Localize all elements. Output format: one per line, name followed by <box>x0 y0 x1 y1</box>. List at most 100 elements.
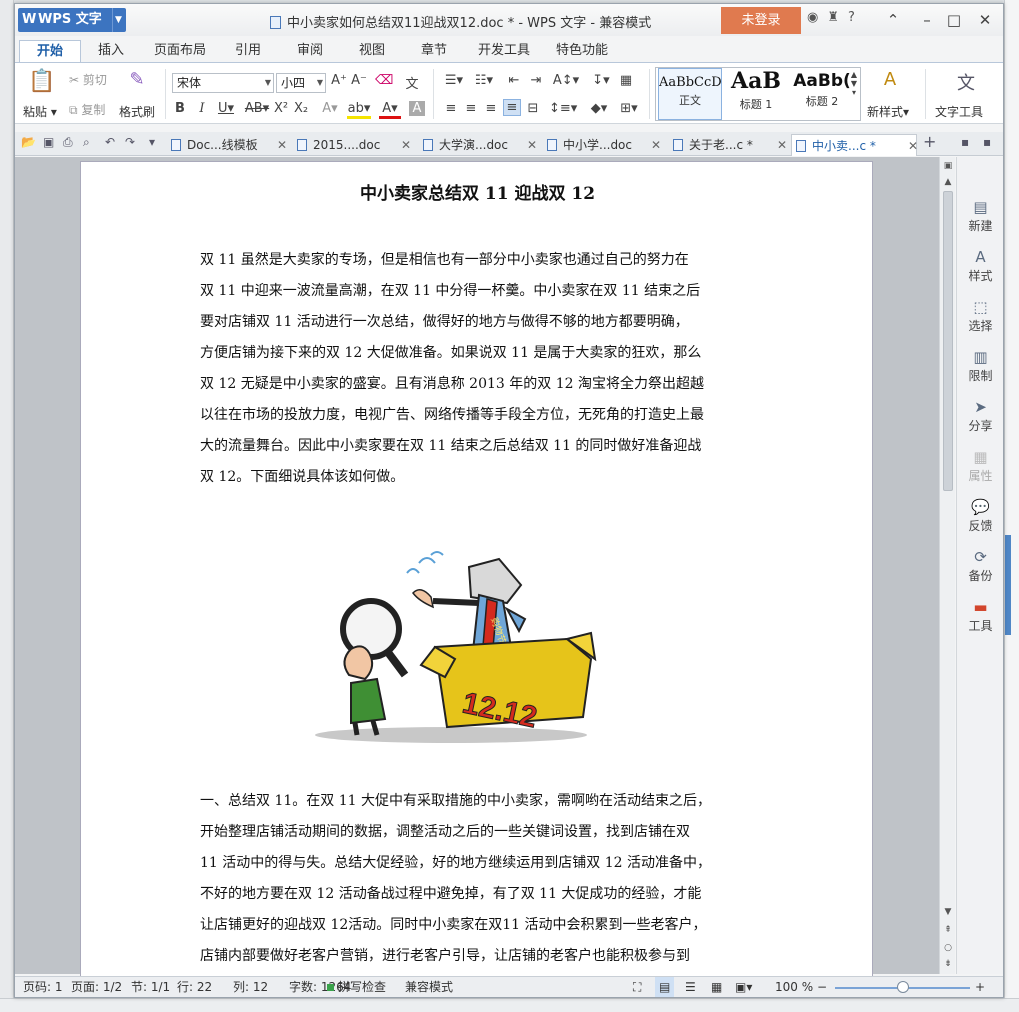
scroll-thumb[interactable] <box>943 191 953 491</box>
shirt-icon[interactable]: ♜ <box>827 10 848 25</box>
zoom-slider-knob[interactable] <box>897 981 909 993</box>
borders-icon[interactable]: ⊞▾ <box>617 101 641 116</box>
minimize-button[interactable]: – <box>913 8 941 32</box>
format-painter-button[interactable]: 格式刷 <box>119 103 155 120</box>
close-tab-icon[interactable]: ✕ <box>651 134 661 156</box>
doc-tab-active[interactable]: 中小卖...c * ✕ <box>791 134 918 157</box>
tab-list-icon[interactable]: ▪ <box>961 135 969 149</box>
bullets-icon[interactable]: ☰▾ <box>441 73 467 88</box>
char-shading-icon[interactable]: A <box>409 101 425 116</box>
close-button[interactable]: ✕ <box>971 8 999 32</box>
tab-references[interactable]: 引用 <box>223 40 273 62</box>
scroll-down-icon[interactable]: ▼ <box>940 907 956 917</box>
zoom-level[interactable]: 100 % <box>775 977 813 997</box>
tab-menu-icon[interactable]: ▪ <box>983 135 991 149</box>
align-right-icon[interactable]: ≡ <box>483 101 499 116</box>
page-view-icon[interactable]: ▤ <box>655 977 675 997</box>
text-tools-button[interactable]: 文字工具 <box>935 103 983 120</box>
tab-insert[interactable]: 插入 <box>85 40 137 62</box>
doc-tab[interactable]: 大学演...doc ✕ <box>419 134 537 156</box>
phonetic-icon[interactable]: 文 <box>399 73 425 92</box>
scroll-up-icon[interactable]: ▲ <box>940 177 956 187</box>
text-effect-icon[interactable]: A▾ <box>319 101 341 116</box>
quick-access-menu-icon[interactable]: ▾ <box>149 135 155 149</box>
numbering-icon[interactable]: ☷▾ <box>471 73 497 88</box>
tab-page-layout[interactable]: 页面布局 <box>143 40 217 62</box>
document-page[interactable]: 中小卖家总结双 11 迎战双 12 双 11 虽然是大卖家的专场，但是相信也有一… <box>80 161 873 981</box>
reading-view-icon[interactable]: ▣▾ <box>735 977 752 997</box>
prev-page-icon[interactable]: ⇞ <box>940 925 956 935</box>
superscript-icon[interactable]: X² <box>273 101 289 116</box>
style-normal[interactable]: AaBbCcD 正文 <box>658 68 722 120</box>
tab-special[interactable]: 特色功能 <box>547 40 617 62</box>
grow-font-icon[interactable]: A⁺ <box>331 73 347 88</box>
font-name-select[interactable]: 宋体 ▼ <box>172 73 274 93</box>
help-icon[interactable]: ? <box>848 10 864 25</box>
fullscreen-view-icon[interactable]: ⛶ <box>633 977 641 997</box>
style-heading-1[interactable]: AaB 标题 1 <box>724 68 788 120</box>
copy-button[interactable]: ⧉ 复制 <box>69 101 105 118</box>
sidebar-item-properties[interactable]: ▦ 属性 <box>957 447 1003 484</box>
doc-tab[interactable]: 中小学...doc ✕ <box>543 134 661 156</box>
text-tools-icon[interactable]: 文 <box>953 69 979 95</box>
sidebar-item-tools[interactable]: ▬ 工具 <box>957 597 1003 634</box>
outline-view-icon[interactable]: ☰ <box>685 977 696 997</box>
align-center-icon[interactable]: ≡ <box>463 101 479 116</box>
tab-chapter[interactable]: 章节 <box>407 40 461 62</box>
save-icon[interactable]: ▣ <box>43 135 54 149</box>
redo-icon[interactable]: ↷ <box>125 135 135 149</box>
strikethrough-icon[interactable]: AB▾ <box>243 101 271 116</box>
close-tab-icon[interactable]: ✕ <box>277 134 287 156</box>
new-style-button[interactable]: 新样式▾ <box>867 103 909 120</box>
tab-developer[interactable]: 开发工具 <box>469 40 539 62</box>
new-tab-icon[interactable]: + <box>923 132 936 151</box>
skin-icon[interactable]: ◉ <box>807 10 827 25</box>
open-icon[interactable]: 📂 <box>21 135 36 149</box>
sidebar-item-new[interactable]: ▤ 新建 <box>957 197 1003 234</box>
tab-view[interactable]: 视图 <box>345 40 399 62</box>
doc-tab[interactable]: Doc...线模板 ✕ <box>167 134 287 156</box>
tab-review[interactable]: 审阅 <box>283 40 337 62</box>
justify-icon[interactable]: ≡ <box>503 99 521 116</box>
underline-icon[interactable]: U▾ <box>215 101 237 116</box>
doc-tab[interactable]: 关于老...c * ✕ <box>669 134 787 156</box>
sidebar-item-restrict[interactable]: ▥ 限制 <box>957 347 1003 384</box>
paste-button[interactable]: 粘贴 ▾ <box>23 103 57 120</box>
increase-indent-icon[interactable]: ⇥ <box>527 73 545 88</box>
zoom-in-icon[interactable]: + <box>975 977 985 997</box>
browse-object-icon[interactable]: ○ <box>940 943 956 953</box>
tab-home[interactable]: 开始 <box>19 40 81 62</box>
cut-button[interactable]: ✂ 剪切 <box>69 71 107 88</box>
close-tab-icon[interactable]: ✕ <box>908 135 918 157</box>
print-icon[interactable]: ⎙ <box>63 135 73 150</box>
scroll-split-icon[interactable]: ▣ <box>940 161 956 171</box>
new-style-icon[interactable]: A <box>877 69 903 90</box>
format-painter-icon[interactable]: ✎ <box>123 69 151 90</box>
maximize-button[interactable]: □ <box>940 8 968 32</box>
line-spacing-icon[interactable]: ↕≡▾ <box>549 101 577 116</box>
shrink-font-icon[interactable]: A⁻ <box>351 73 367 88</box>
app-menu-caret-icon[interactable]: ▼ <box>112 8 124 32</box>
italic-icon[interactable]: I <box>195 101 209 116</box>
gallery-scroll-icon[interactable]: ▲ ▼ ▾ <box>849 70 859 97</box>
style-heading-2[interactable]: AaBb( 标题 2 <box>790 68 854 120</box>
align-left-icon[interactable]: ≡ <box>443 101 459 116</box>
decrease-indent-icon[interactable]: ⇤ <box>505 73 523 88</box>
collapse-ribbon-icon[interactable]: ⌃ <box>879 8 907 32</box>
web-view-icon[interactable]: ▦ <box>711 977 722 997</box>
app-menu-button[interactable]: W WPS 文字 ▼ <box>18 8 126 32</box>
subscript-icon[interactable]: X₂ <box>293 101 309 116</box>
vertical-scrollbar[interactable]: ▣ ▲ ▼ ⇞ ○ ⇟ <box>939 157 955 974</box>
sort-icon[interactable]: ↧▾ <box>589 73 613 88</box>
close-tab-icon[interactable]: ✕ <box>527 134 537 156</box>
highlight-icon[interactable]: ab▾ <box>347 101 371 119</box>
sidebar-item-style[interactable]: A 样式 <box>957 247 1003 284</box>
spell-check-toggle[interactable]: 拼写检查 <box>327 977 386 997</box>
print-preview-icon[interactable]: ⌕ <box>83 135 90 150</box>
doc-tab[interactable]: 2015....doc ✕ <box>293 134 411 156</box>
sidebar-item-feedback[interactable]: 💬 反馈 <box>957 497 1003 534</box>
clear-format-icon[interactable]: ⌫ <box>375 73 393 88</box>
zoom-out-icon[interactable]: − <box>817 977 827 997</box>
sidebar-item-select[interactable]: ⬚ 选择 <box>957 297 1003 334</box>
font-size-select[interactable]: 小四 ▼ <box>276 73 326 93</box>
